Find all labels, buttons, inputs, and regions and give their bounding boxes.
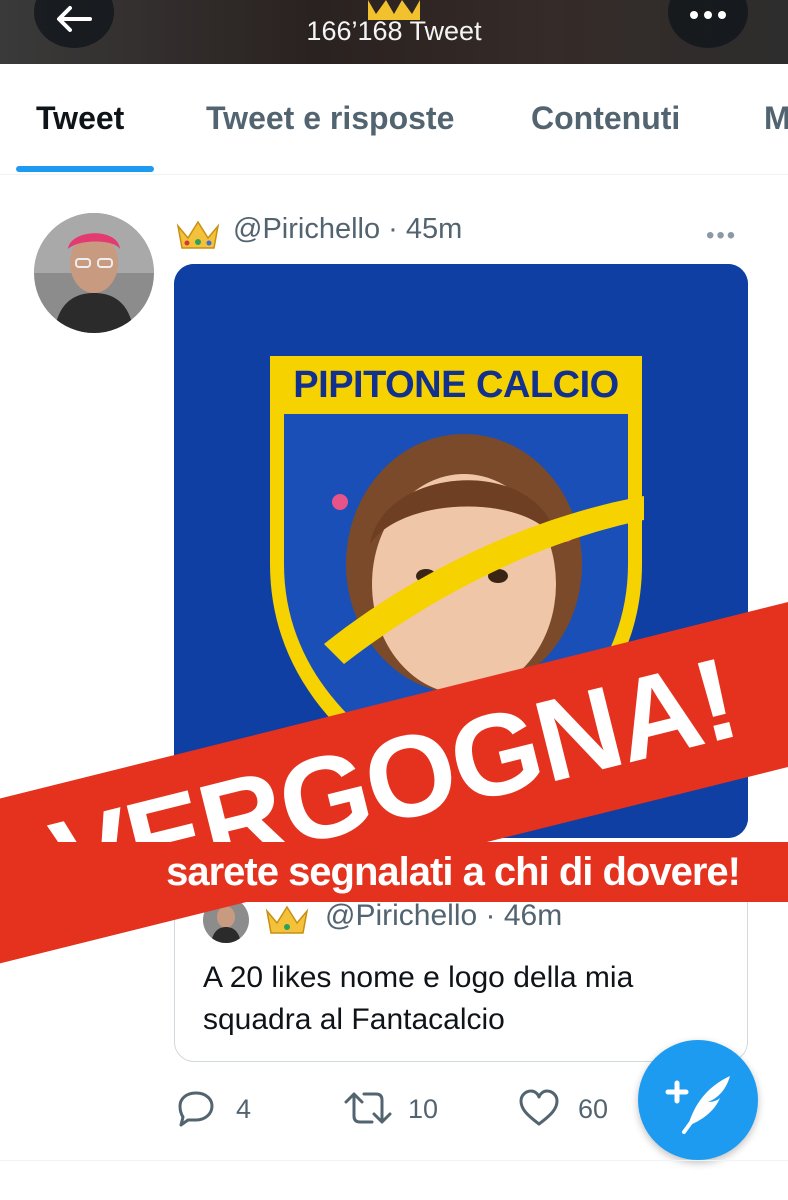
crown-icon (265, 905, 309, 934)
feather-plus-icon (665, 1076, 730, 1134)
divider (0, 1160, 788, 1161)
heart-icon (519, 1089, 559, 1126)
tab-contenuti[interactable]: Contenuti (531, 100, 680, 137)
profile-tabs: Tweet Tweet e risposte Contenuti M (0, 64, 788, 175)
tweet-more-icon[interactable]: ••• (706, 222, 737, 250)
tab-more[interactable]: M (764, 100, 788, 137)
retweet-icon (344, 1092, 392, 1124)
compose-tweet-button[interactable] (638, 1040, 758, 1160)
retweet-count: 10 (408, 1094, 439, 1124)
reply-count: 4 (236, 1094, 252, 1124)
tab-tweet-e-risposte[interactable]: Tweet e risposte (206, 100, 454, 137)
tweet-author-meta[interactable]: @Pirichello · 45m (233, 213, 462, 246)
profile-header: 166’168 Tweet (0, 0, 788, 64)
quoted-text: A 20 likes nome e logo della mia squadra… (203, 961, 634, 1036)
quoted-author-meta: @Pirichello · 46m (325, 899, 563, 932)
crest-title: PIPITONE CALCIO (293, 364, 619, 406)
active-tab-indicator (16, 166, 154, 172)
avatar[interactable] (34, 213, 154, 333)
overlay-subline: sarete segnalati a chi di dovere! (0, 842, 788, 902)
crown-icon (176, 220, 220, 249)
more-icon (690, 11, 726, 19)
reply-icon (178, 1091, 214, 1127)
tab-tweet[interactable]: Tweet (36, 100, 124, 137)
like-count: 60 (578, 1094, 609, 1124)
